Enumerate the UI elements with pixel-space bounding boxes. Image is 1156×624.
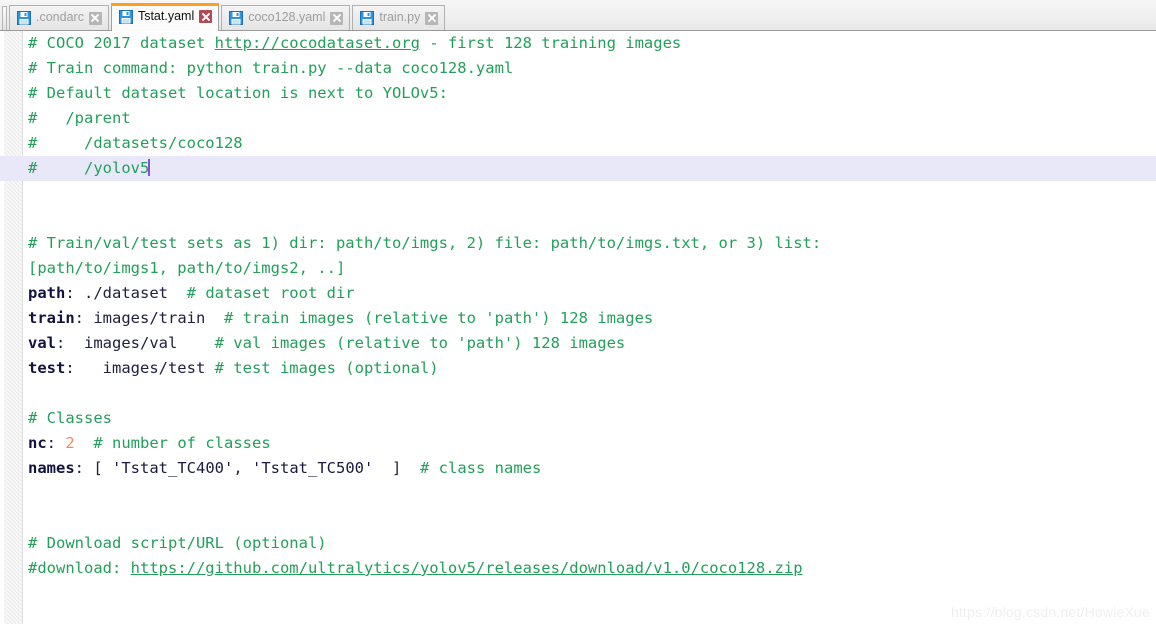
code-comment: # dataset root dir — [186, 284, 355, 302]
code-line[interactable]: # Train command: python train.py --data … — [0, 56, 1156, 81]
watermark: https://blog.csdn.net/HowieXue — [950, 604, 1150, 620]
close-icon[interactable] — [425, 11, 439, 25]
code-comment: # class names — [420, 459, 542, 477]
code-value: : images/train — [74, 309, 224, 327]
code-line[interactable]: # Download script/URL (optional) — [0, 531, 1156, 556]
save-icon — [360, 11, 375, 25]
save-icon — [229, 11, 244, 25]
code-comment: # COCO 2017 dataset — [28, 34, 215, 52]
code-line[interactable]: # /parent — [0, 106, 1156, 131]
code-line[interactable]: # Default dataset location is next to YO… — [0, 81, 1156, 106]
code-key: path — [28, 284, 66, 302]
code-line[interactable] — [0, 181, 1156, 206]
code-key: names — [28, 459, 75, 477]
code-comment: [path/to/imgs1, path/to/imgs2, ..] — [28, 259, 346, 277]
code-comment: # number of classes — [93, 434, 271, 452]
code-line[interactable]: # Classes — [0, 406, 1156, 431]
code-number: 2 — [65, 434, 75, 452]
code-editor[interactable]: # COCO 2017 dataset http://cocodataset.o… — [0, 31, 1156, 624]
tab-train-py[interactable]: train.py — [352, 5, 446, 30]
code-comment-link: http://cocodataset.org — [214, 34, 420, 52]
code-key: train — [28, 309, 75, 327]
tab-list: .condarc Tstat.yaml coco128.yaml train.py — [9, 3, 447, 31]
code-value: : images/val — [56, 334, 215, 352]
tab-bar: .condarc Tstat.yaml coco128.yaml train.py — [0, 0, 1156, 31]
code-value: ] — [373, 459, 420, 477]
code-comment: # Download script/URL (optional) — [28, 534, 327, 552]
tab-overflow-nub — [2, 6, 7, 30]
code-key: val — [28, 334, 56, 352]
text-caret — [148, 159, 151, 176]
code-line[interactable] — [0, 481, 1156, 506]
code-comment: # test images (optional) — [214, 359, 439, 377]
tab-label: .condarc — [36, 10, 84, 25]
code-line[interactable]: train: images/train # train images (rela… — [0, 306, 1156, 331]
code-line[interactable]: # /datasets/coco128 — [0, 131, 1156, 156]
code-comment: # Train command: python train.py --data … — [28, 59, 514, 77]
code-line[interactable]: #download: https://github.com/ultralytic… — [0, 556, 1156, 581]
close-icon[interactable] — [199, 10, 213, 23]
code-value: , — [233, 459, 252, 477]
code-comment: # Default dataset location is next to YO… — [28, 84, 448, 102]
code-comment: # /datasets/coco128 — [28, 134, 243, 152]
code-key: nc — [28, 434, 47, 452]
code-comment: # Classes — [28, 409, 112, 427]
code-content[interactable]: # COCO 2017 dataset http://cocodataset.o… — [0, 31, 1156, 624]
tab-condarc[interactable]: .condarc — [9, 5, 109, 30]
code-comment: # val images (relative to 'path') 128 im… — [214, 334, 626, 352]
code-line[interactable]: # COCO 2017 dataset http://cocodataset.o… — [0, 31, 1156, 56]
code-key: test — [28, 359, 66, 377]
code-value: : [ — [74, 459, 112, 477]
tab-coco128-yaml[interactable]: coco128.yaml — [221, 5, 351, 30]
code-comment: # train images (relative to 'path') 128 … — [223, 309, 654, 327]
code-value: : — [46, 434, 66, 452]
code-comment: # /parent — [28, 109, 131, 127]
code-line[interactable]: [path/to/imgs1, path/to/imgs2, ..] — [0, 256, 1156, 281]
tab-label: train.py — [379, 10, 421, 25]
code-comment: # /yolov5 — [28, 159, 150, 177]
save-icon — [118, 9, 133, 24]
code-string: 'Tstat_TC500' — [252, 459, 374, 477]
tab-tstat-yaml[interactable]: Tstat.yaml — [110, 3, 220, 31]
save-icon — [17, 11, 31, 25]
code-line[interactable]: names: [ 'Tstat_TC400', 'Tstat_TC500' ] … — [0, 456, 1156, 481]
code-comment-link: https://github.com/ultralytics/yolov5/re… — [130, 559, 803, 577]
code-value: : images/test — [65, 359, 215, 377]
code-line[interactable]: test: images/test # test images (optiona… — [0, 356, 1156, 381]
code-comment: #download: — [28, 559, 131, 577]
tab-label: Tstat.yaml — [137, 8, 195, 23]
tab-label: coco128.yaml — [248, 10, 326, 25]
code-string: 'Tstat_TC400' — [112, 459, 234, 477]
code-line[interactable]: val: images/val # val images (relative t… — [0, 331, 1156, 356]
code-value: : ./dataset — [65, 284, 187, 302]
code-line[interactable]: nc: 2 # number of classes — [0, 431, 1156, 456]
code-value — [75, 434, 94, 452]
code-line[interactable] — [0, 506, 1156, 531]
code-comment: # Train/val/test sets as 1) dir: path/to… — [28, 234, 822, 252]
code-line-current[interactable]: # /yolov5 — [0, 156, 1156, 181]
code-comment: - first 128 training images — [419, 34, 682, 52]
code-line[interactable] — [0, 381, 1156, 406]
code-line[interactable] — [0, 206, 1156, 231]
code-line[interactable]: # Train/val/test sets as 1) dir: path/to… — [0, 231, 1156, 256]
close-icon[interactable] — [330, 11, 344, 25]
code-line[interactable]: path: ./dataset # dataset root dir — [0, 281, 1156, 306]
close-icon[interactable] — [88, 11, 102, 25]
